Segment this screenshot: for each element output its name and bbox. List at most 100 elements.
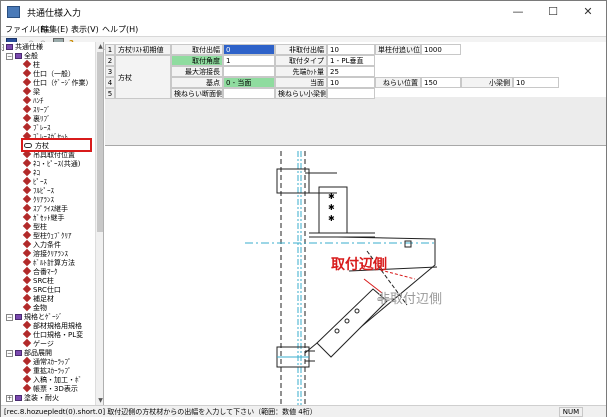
max-weld-label: 最大溶接長 xyxy=(171,66,223,77)
bolt-mark: ✱ xyxy=(328,203,335,212)
tree-item[interactable]: 合番ﾏｰｸ xyxy=(22,266,58,277)
tree-folder[interactable]: − 部品展開 xyxy=(6,349,52,358)
unit-pos-field[interactable]: 1000 xyxy=(421,44,461,55)
tree-item[interactable]: ﾌﾙﾋﾟｰｽ xyxy=(22,185,54,196)
item-icon xyxy=(22,176,32,186)
grid-section-label: 方杖 xyxy=(115,55,171,99)
menu-view[interactable]: 表示(V) xyxy=(71,24,99,35)
small-beam-field[interactable]: 10 xyxy=(513,77,559,88)
tree-item[interactable]: 入稿・加工・ﾎﾞ xyxy=(22,374,82,385)
scroll-up-icon[interactable]: ▲ xyxy=(96,42,103,51)
scroll-down-icon[interactable]: ▼ xyxy=(96,396,103,405)
aim-small-field[interactable] xyxy=(327,88,375,99)
item-icon xyxy=(22,293,32,303)
scroll-thumb[interactable] xyxy=(97,52,103,232)
aim-section-label: 検ねらい断面側 xyxy=(171,88,223,99)
tree-item[interactable]: 入力条件 xyxy=(22,239,61,250)
tree-item[interactable]: ｸﾘｱﾗﾝｽ xyxy=(22,194,54,205)
tree-item[interactable]: 部材規格用規格 xyxy=(22,320,82,331)
tree-item[interactable]: ｽﾘｰﾌﾞ xyxy=(22,104,51,115)
tree-item[interactable]: ﾈｺ・ﾋﾟｰｽ(共通) xyxy=(22,158,80,169)
tree-item[interactable]: ゲージ xyxy=(22,338,54,349)
face-field[interactable]: 10 xyxy=(327,77,375,88)
tree-item[interactable]: 仕口（ｹﾞｰｼﾞ作業） xyxy=(22,77,93,88)
tree-item-label: 補足材 xyxy=(33,295,54,303)
tree-item[interactable]: 通常ｽｶｰﾗｯﾌﾟ xyxy=(22,356,72,367)
tree-item-label: 入力条件 xyxy=(33,241,61,249)
maximize-button[interactable]: ☐ xyxy=(536,1,570,23)
tip-cut-label: 先端ｶｯﾄ量 xyxy=(275,66,327,77)
status-bar: [rec.8.hozuepledt(0).short.0] 取付辺側の方杖材から… xyxy=(1,405,606,417)
mount-out-label: 取付出幅 xyxy=(171,44,223,55)
tree-item[interactable]: SRC柱 xyxy=(22,275,54,286)
collapse-icon[interactable]: − xyxy=(2,44,4,51)
aim-pos-field[interactable]: 150 xyxy=(421,77,461,88)
app-icon xyxy=(7,6,20,18)
collapse-icon[interactable]: − xyxy=(6,350,13,357)
selected-item-highlight xyxy=(21,138,92,152)
tree-item-label: ｽﾘｰﾌﾞ xyxy=(33,106,51,114)
tree-item-label: 通常ｽｶｰﾗｯﾌﾟ xyxy=(33,358,72,366)
tree-item[interactable]: SRC仕口 xyxy=(22,284,61,295)
tree-item-label: SRC柱 xyxy=(33,277,54,285)
tip-cut-field[interactable]: 25 xyxy=(327,66,375,77)
tree-item[interactable]: ｶﾞｾｯﾄ継手 xyxy=(22,212,65,223)
tree-item[interactable]: 裏ﾘﾌﾞ xyxy=(22,113,51,124)
base-point-field[interactable]: 0 - 当面 xyxy=(223,77,275,88)
tree-item-label: 塗装・耐火 xyxy=(24,394,59,402)
close-button[interactable]: ✕ xyxy=(571,1,605,23)
row-number: 5 xyxy=(105,88,115,99)
tree-item[interactable]: ｽﾌﾟﾗｲｽ継手 xyxy=(22,203,68,214)
minimize-button[interactable]: — xyxy=(501,1,535,23)
item-icon xyxy=(22,374,32,384)
bolt-mark: ✱ xyxy=(328,214,335,223)
window-title: 共通仕様入力 xyxy=(27,9,82,19)
title-bar: 共通仕様入力 — ☐ ✕ xyxy=(1,1,606,23)
tree-item[interactable]: 金物 xyxy=(22,302,47,313)
tree-item[interactable]: 型柱ｳｪﾌﾞｸﾘｱ xyxy=(22,230,72,241)
tree-folder[interactable]: − 規格とｹﾞｰｼﾞ xyxy=(6,313,63,322)
folder-icon xyxy=(15,53,22,59)
tree-item[interactable]: 補足材 xyxy=(22,293,54,304)
item-icon xyxy=(22,266,32,276)
tree-item-label: 入稿・加工・ﾎﾞ xyxy=(33,376,82,384)
tree-folder[interactable]: + 塗装・耐火 xyxy=(6,394,59,403)
tree-item[interactable]: 帳票・3D表示 xyxy=(22,383,78,394)
tree-item[interactable]: 仕口（一般） xyxy=(22,68,75,79)
application-window: 共通仕様入力 — ☐ ✕ ファイル(F) 編集(E) 表示(V) ヘルプ(H) … xyxy=(0,0,607,417)
tree-item[interactable]: ﾎﾞﾙﾄ計算方法 xyxy=(22,257,75,268)
item-icon xyxy=(22,113,32,123)
mount-out-field[interactable]: 0 xyxy=(223,44,275,55)
folder-icon xyxy=(15,350,22,356)
tree-item-label: 型柱 xyxy=(33,223,47,231)
tree-item[interactable]: 溶接ｸﾘｱﾗﾝｽ xyxy=(22,248,68,259)
item-icon xyxy=(22,203,32,213)
mount-angle-field[interactable]: 1 xyxy=(223,55,275,66)
tree-item-label: ﾊﾝﾁ xyxy=(33,97,44,105)
status-message: [rec.8.hozuepledt(0).short.0] 取付辺側の方杖材から… xyxy=(4,408,317,416)
menu-edit[interactable]: 編集(E) xyxy=(41,24,68,35)
tree-scrollbar[interactable]: ▲ ▼ xyxy=(95,42,103,405)
aim-section-field[interactable] xyxy=(223,88,275,99)
item-icon xyxy=(22,59,32,69)
tree-item-label: 梁 xyxy=(33,88,40,96)
tree-folder[interactable]: − 共通仕様 xyxy=(2,43,43,52)
row-number: 2 xyxy=(105,55,115,66)
mount-type-field[interactable]: 1 - PL垂直 xyxy=(327,55,375,66)
mount-angle-label: 取付角度 xyxy=(171,55,223,66)
collapse-icon[interactable]: − xyxy=(6,53,13,60)
nonmount-out-field[interactable]: 10 xyxy=(327,44,375,55)
item-icon xyxy=(22,95,32,105)
collapse-icon[interactable]: − xyxy=(6,314,13,321)
item-icon xyxy=(22,320,32,330)
item-icon xyxy=(22,122,32,132)
tree-item[interactable]: ﾌﾞﾚｰｽ xyxy=(22,122,51,133)
bolt-mark: ✱ xyxy=(328,192,335,201)
folder-icon xyxy=(6,44,13,50)
tree-item[interactable]: 吊具取付位置 xyxy=(22,149,75,160)
expand-icon[interactable]: + xyxy=(6,395,13,402)
max-weld-field[interactable] xyxy=(223,66,275,77)
tree-item[interactable]: 重拡ｽｶｰﾗｯﾌﾟ xyxy=(22,365,72,376)
menu-help[interactable]: ヘルプ(H) xyxy=(102,24,138,35)
tree-item[interactable]: 仕口規格・PL変 xyxy=(22,329,83,340)
